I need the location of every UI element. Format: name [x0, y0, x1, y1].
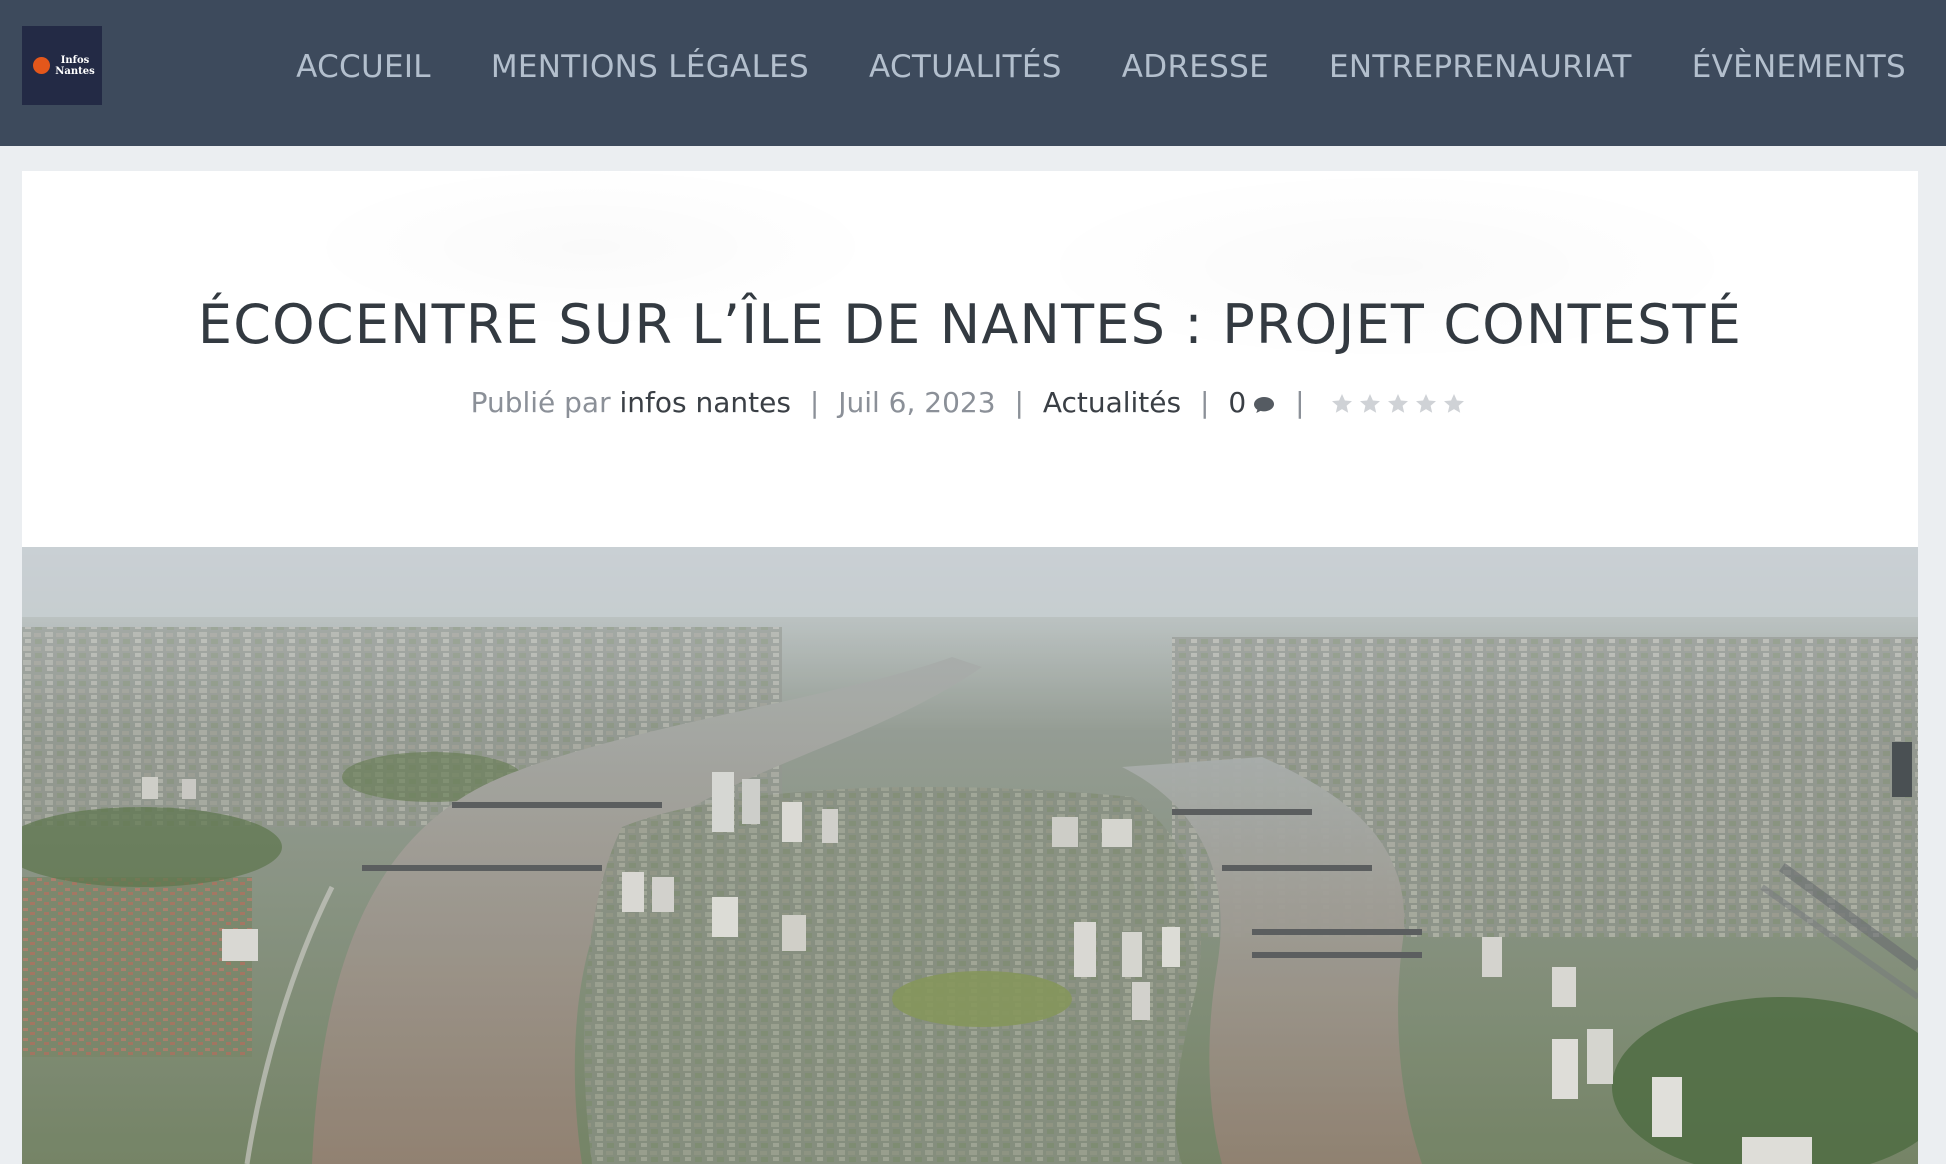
star-icon: [1360, 394, 1381, 413]
published-by-label: Publié par: [470, 386, 611, 419]
nav-item-actualites[interactable]: ACTUALITÉS: [869, 49, 1062, 85]
star-icon: [1388, 394, 1409, 413]
rating-stars: [1329, 390, 1469, 423]
speech-bubble-icon: [1252, 389, 1276, 422]
comment-count: 0: [1228, 386, 1247, 419]
meta-separator: |: [809, 386, 820, 419]
site-header: Infos Nantes ACCUEIL MENTIONS LÉGALES AC…: [0, 0, 1946, 146]
site-logo[interactable]: Infos Nantes: [22, 26, 102, 105]
article-meta: Publié par infos nantes | Juil 6, 2023 |…: [22, 386, 1918, 423]
nav-item-adresse[interactable]: ADRESSE: [1122, 49, 1269, 85]
category-link[interactable]: Actualités: [1043, 386, 1181, 419]
article-header-card: ÉCOCENTRE SUR L’ÎLE DE NANTES : PROJET C…: [22, 171, 1918, 551]
logo-dot-icon: [33, 57, 50, 74]
star-icon: [1444, 394, 1465, 413]
logo-line-2: Nantes: [55, 66, 95, 77]
article-title: ÉCOCENTRE SUR L’ÎLE DE NANTES : PROJET C…: [197, 293, 1743, 356]
article-featured-image: [22, 547, 1918, 1164]
nav-item-accueil[interactable]: ACCUEIL: [296, 49, 431, 85]
author-link[interactable]: infos nantes: [620, 386, 791, 419]
main-nav: ACCUEIL MENTIONS LÉGALES ACTUALITÉS ADRE…: [236, 0, 1946, 134]
star-icon: [1416, 394, 1437, 413]
star-icon: [1332, 394, 1353, 413]
meta-separator: |: [1014, 386, 1024, 419]
aerial-city-illustration: [22, 547, 1918, 1164]
meta-separator: |: [1200, 386, 1210, 419]
meta-separator: |: [1295, 386, 1305, 419]
nav-item-evenements[interactable]: ÉVÈNEMENTS: [1692, 49, 1906, 85]
nav-item-entreprenauriat[interactable]: ENTREPRENAURIAT: [1329, 49, 1632, 85]
comments-link[interactable]: 0: [1228, 386, 1276, 419]
logo-text: Infos Nantes: [51, 55, 99, 77]
publish-date: Juil 6, 2023: [838, 386, 996, 419]
nav-item-mentions-legales[interactable]: MENTIONS LÉGALES: [491, 49, 809, 85]
card-background: [22, 171, 1918, 551]
logo-line-1: Infos: [60, 55, 90, 66]
